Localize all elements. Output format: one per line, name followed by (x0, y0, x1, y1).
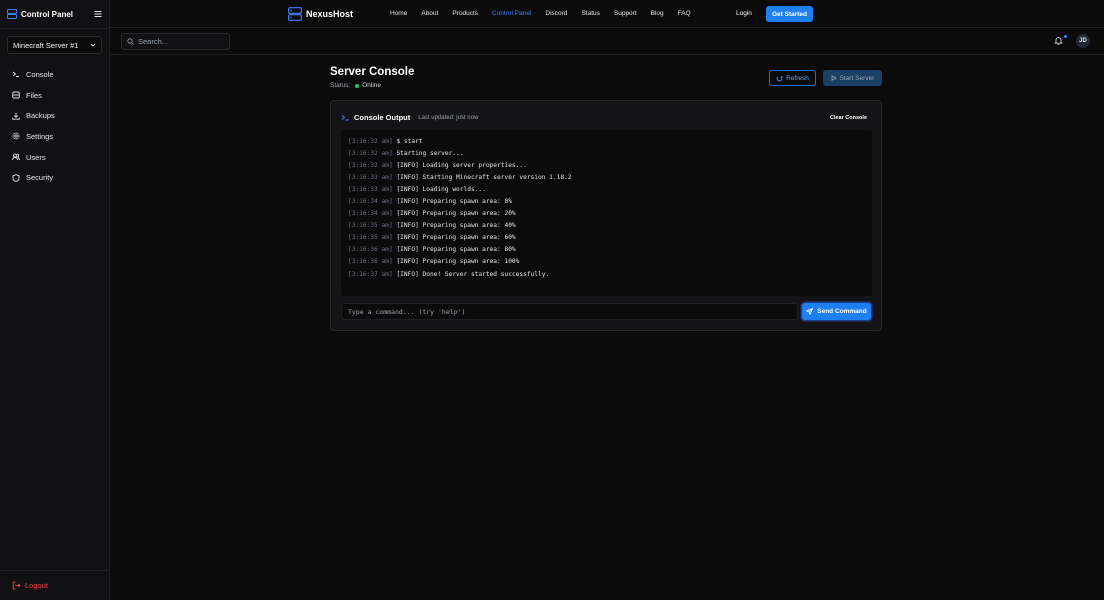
start-server-label: Start Server (839, 74, 875, 82)
nav-link-products[interactable]: Products (452, 10, 478, 17)
gear-icon (12, 132, 20, 140)
nav-link-about[interactable]: About (421, 10, 438, 17)
sidebar-item-label: Console (26, 69, 54, 79)
command-placeholder: Type a command... (try 'help') (348, 307, 466, 316)
bell-icon[interactable] (1054, 36, 1063, 45)
status-value: Online (362, 82, 382, 89)
sidebar-title: Control Panel (21, 9, 74, 19)
server-icon (7, 9, 17, 19)
console-line: [3:16:32 am] $ start (348, 138, 423, 145)
sidebar-header: Control Panel (0, 0, 109, 29)
logo-icon (288, 7, 302, 21)
shield-icon (12, 174, 20, 182)
logout-button[interactable]: Logout (25, 581, 48, 590)
login-link[interactable]: Login (736, 10, 752, 17)
clear-console-button[interactable]: Clear Console (830, 115, 867, 121)
notification-dot (1064, 35, 1067, 38)
console-output: [3:16:32 am] $ start [3:16:32 am] Starti… (341, 130, 872, 296)
sidebar-item-users[interactable]: Users (0, 147, 109, 168)
logout-icon (12, 581, 21, 590)
refresh-label: Refresh (786, 74, 809, 82)
header-bar: Search... JD (110, 28, 1104, 55)
console-line: [3:16:35 am] [INFO] Preparing spawn area… (348, 234, 516, 242)
brand-name: NexusHost (306, 9, 354, 19)
sidebar: Control Panel Minecraft Server #1 Consol… (0, 0, 110, 600)
console-line: [3:16:33 am] [INFO] Starting Minecraft s… (348, 174, 572, 182)
console-line: [3:16:36 am] [INFO] Preparing spawn area… (348, 246, 516, 254)
console-title: Console Output (354, 113, 411, 122)
send-command-label: Send Command (817, 308, 867, 315)
sidebar-item-settings[interactable]: Settings (0, 126, 109, 147)
brand[interactable]: NexusHost (288, 7, 353, 21)
search-placeholder: Search... (138, 37, 169, 46)
status-online-dot (355, 83, 360, 88)
nav-link-home[interactable]: Home (390, 10, 407, 17)
refresh-button[interactable]: Refresh (769, 70, 816, 86)
console-line: [3:16:32 am] [INFO] Loading server prope… (348, 162, 527, 170)
page-title: Server Console (330, 66, 415, 78)
top-navigation: NexusHost Home About Products Control Pa… (110, 0, 1104, 28)
sidebar-item-console[interactable]: Console (0, 64, 109, 85)
terminal-icon (341, 113, 350, 122)
play-icon (831, 75, 837, 81)
server-select-value: Minecraft Server #1 (13, 40, 79, 50)
users-icon (12, 153, 20, 161)
sidebar-item-label: Users (26, 152, 46, 162)
console-line: [3:16:37 am] [INFO] Done! Server started… (348, 270, 550, 278)
search-input[interactable]: Search... (121, 33, 230, 50)
console-line: [3:16:34 am] [INFO] Preparing spawn area… (348, 198, 512, 206)
server-status: Status: Online (330, 82, 381, 89)
sidebar-item-label: Settings (26, 131, 54, 141)
nav-link-status[interactable]: Status (581, 10, 599, 17)
sidebar-item-label: Files (26, 90, 42, 100)
console-line: [3:16:35 am] [INFO] Preparing spawn area… (348, 222, 516, 230)
search-icon (127, 38, 134, 45)
console-line: [3:16:34 am] [INFO] Preparing spawn area… (348, 210, 516, 218)
sidebar-item-files[interactable]: Files (0, 85, 109, 106)
last-updated: Last updated: just now (418, 114, 479, 121)
server-select[interactable]: Minecraft Server #1 (7, 36, 102, 54)
status-label: Status: (330, 82, 351, 89)
nav-link-support[interactable]: Support (614, 10, 637, 17)
send-command-button[interactable]: Send Command (802, 303, 871, 320)
console-card: Console Output Last updated: just now Cl… (330, 100, 882, 331)
console-header: Console Output Last updated: just now (341, 113, 478, 122)
nav-link-blog[interactable]: Blog (651, 10, 664, 17)
nav-link-faq[interactable]: FAQ (678, 10, 691, 17)
console-line: [3:16:36 am] [INFO] Preparing spawn area… (348, 258, 520, 266)
nav-links: Home About Products Control Panel Discor… (390, 10, 705, 17)
nav-link-control-panel[interactable]: Control Panel (492, 10, 531, 17)
chevron-down-icon (90, 42, 96, 48)
sidebar-item-backups[interactable]: Backups (0, 105, 109, 126)
command-input[interactable]: Type a command... (try 'help') (341, 303, 798, 320)
avatar[interactable]: JD (1076, 34, 1090, 48)
sidebar-nav: Console Files Backups Settings Users Sec… (0, 64, 109, 188)
terminal-icon (12, 70, 20, 78)
refresh-icon (776, 75, 783, 82)
sidebar-footer: Logout (0, 570, 110, 600)
nav-link-discord[interactable]: Discord (545, 10, 567, 17)
start-server-button[interactable]: Start Server (823, 70, 882, 86)
console-line: [3:16:32 am] Starting server... (348, 150, 464, 158)
menu-toggle-icon[interactable] (94, 10, 102, 18)
download-icon (12, 112, 20, 120)
sidebar-item-security[interactable]: Security (0, 167, 109, 188)
console-line: [3:16:33 am] [INFO] Loading worlds... (348, 186, 486, 194)
get-started-button[interactable]: Get Started (766, 6, 813, 22)
send-icon (806, 308, 814, 315)
database-icon (12, 91, 20, 99)
sidebar-item-label: Backups (26, 111, 55, 121)
sidebar-item-label: Security (26, 173, 54, 183)
